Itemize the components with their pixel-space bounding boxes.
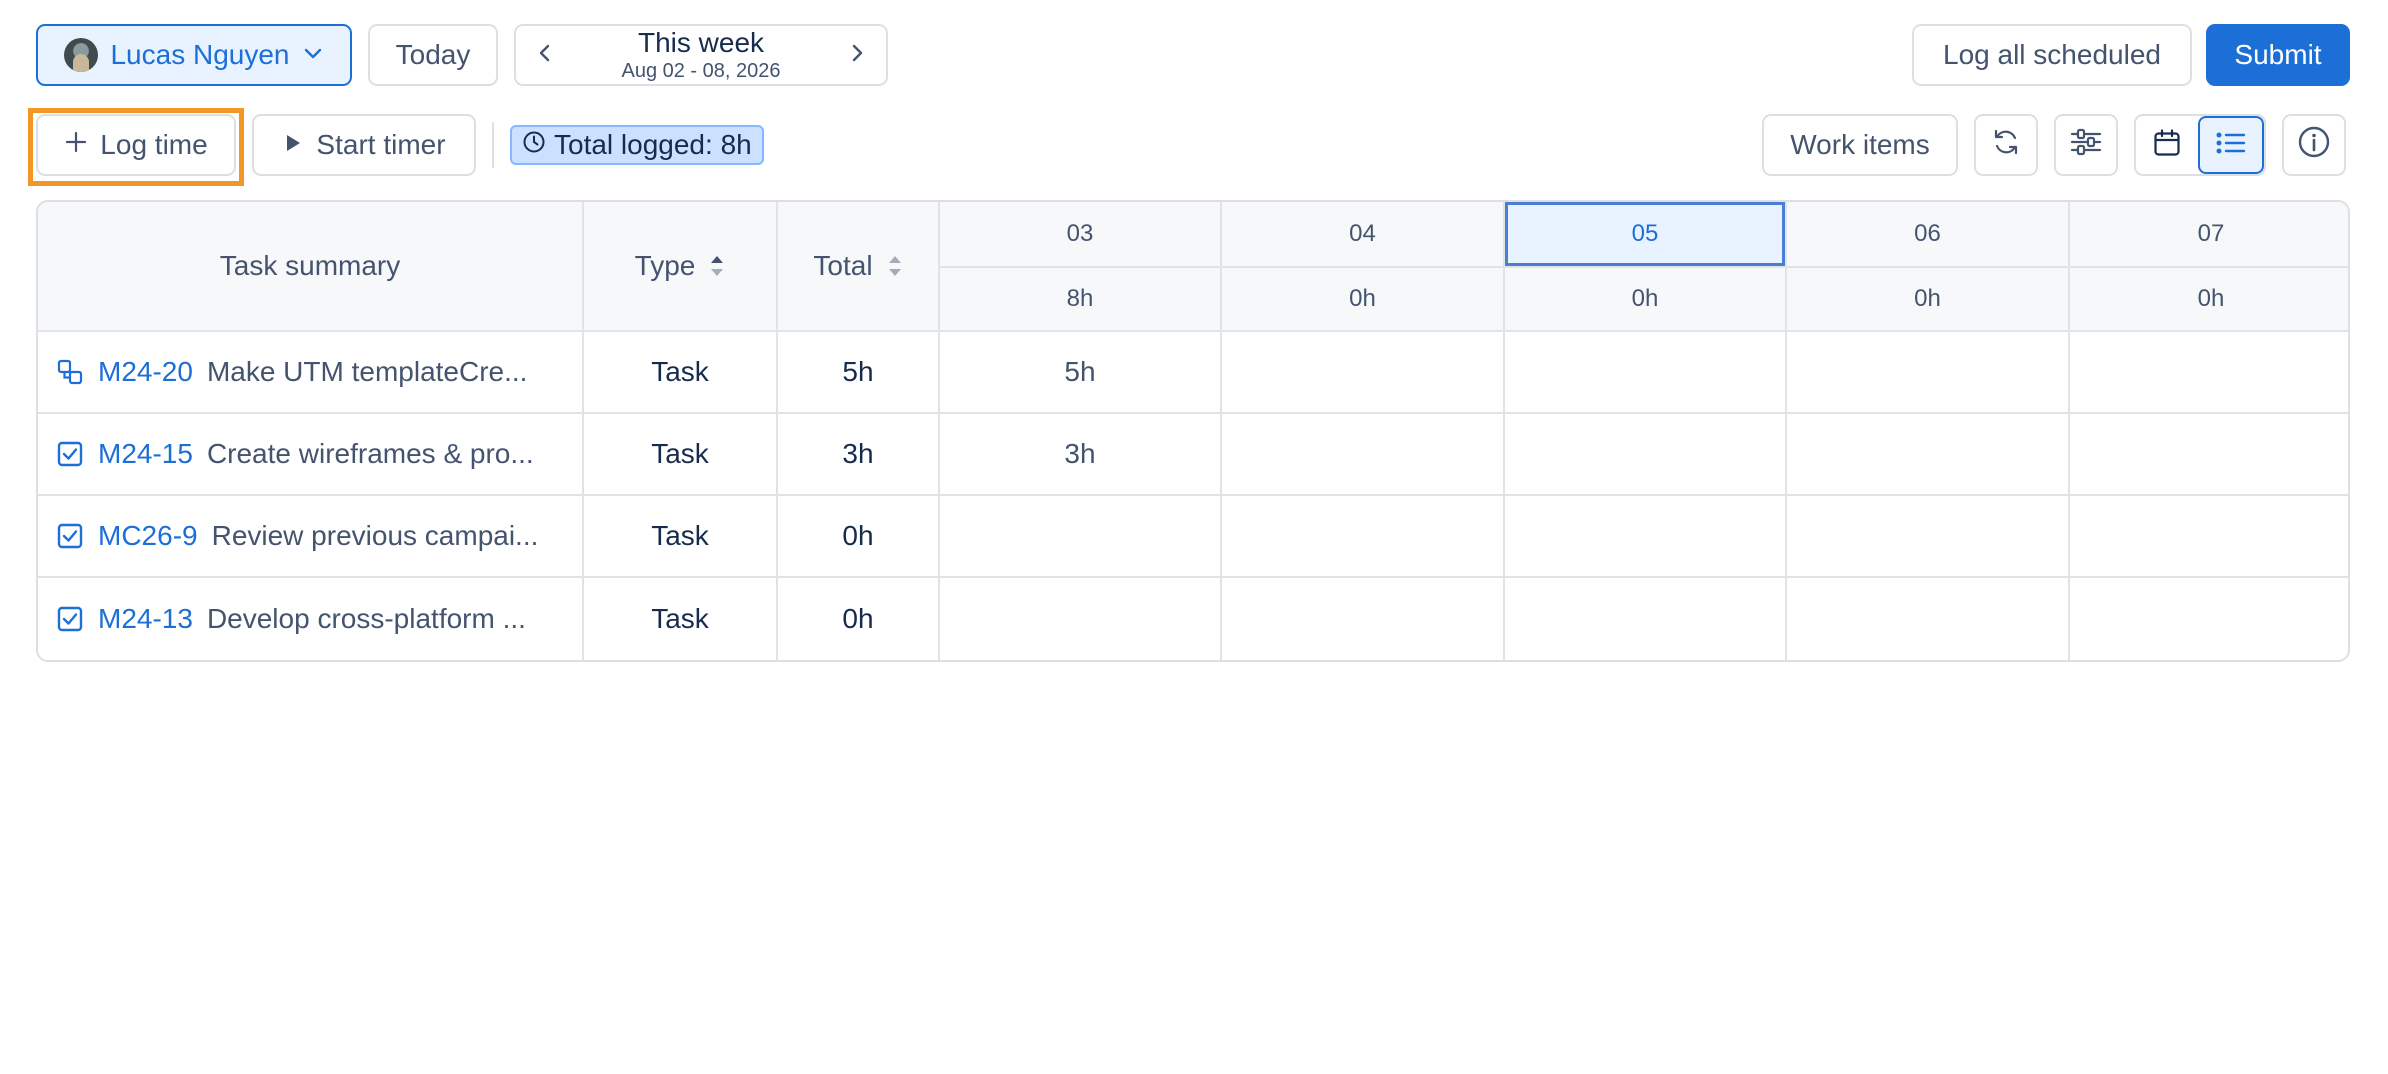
header-day-date: 03 bbox=[940, 202, 1222, 268]
header-day-total: 0h bbox=[2070, 268, 2348, 332]
header-day-total: 0h bbox=[1222, 268, 1505, 332]
time-entry-cell[interactable] bbox=[940, 496, 1222, 578]
task-summary-cell[interactable]: M24-15 Create wireframes & pro... bbox=[38, 414, 584, 496]
toolbar-divider bbox=[492, 122, 494, 168]
chevron-right-icon[interactable] bbox=[846, 39, 868, 71]
task-name: Make UTM templateCre... bbox=[206, 356, 528, 387]
submit-button[interactable]: Submit bbox=[2206, 24, 2350, 86]
task-key-link[interactable]: M24-20 bbox=[98, 356, 193, 388]
time-entry-cell[interactable] bbox=[1787, 414, 2070, 496]
task-type-cell: Task bbox=[584, 332, 778, 414]
info-icon bbox=[2297, 125, 2331, 166]
calendar-view-option[interactable] bbox=[2136, 116, 2198, 174]
header-day-total: 0h bbox=[1787, 268, 2070, 332]
timesheet-table: Task summary Type Total 03 8h 04 0h 05 0h 06 0h 07 0… bbox=[36, 200, 2350, 662]
time-entry-cell[interactable]: 5h bbox=[940, 332, 1222, 414]
time-entry-cell[interactable] bbox=[2070, 496, 2348, 578]
avatar bbox=[64, 38, 99, 72]
time-entry-cell[interactable] bbox=[1222, 496, 1505, 578]
time-entry-cell[interactable] bbox=[940, 578, 1222, 660]
task-total-cell: 3h bbox=[778, 414, 940, 496]
task-key-link[interactable]: M24-13 bbox=[98, 603, 193, 635]
clock-icon bbox=[522, 129, 546, 161]
header-day-date: 05 bbox=[1505, 202, 1787, 268]
calendar-icon bbox=[2152, 128, 2182, 163]
task-name: Review previous campai... bbox=[211, 520, 539, 551]
sort-icon bbox=[887, 253, 903, 279]
today-button[interactable]: Today bbox=[368, 24, 498, 86]
time-entry-cell[interactable] bbox=[1222, 578, 1505, 660]
header-day-total: 8h bbox=[940, 268, 1222, 332]
task-key-link[interactable]: MC26-9 bbox=[98, 520, 198, 552]
task-name: Create wireframes & pro... bbox=[206, 438, 534, 469]
time-entry-cell[interactable] bbox=[1505, 578, 1787, 660]
time-entry-cell[interactable] bbox=[1787, 332, 2070, 414]
log-all-scheduled-button[interactable]: Log all scheduled bbox=[1912, 24, 2192, 86]
task-summary-cell[interactable]: MC26-9 Review previous campai... bbox=[38, 496, 584, 578]
header-total[interactable]: Total bbox=[778, 202, 940, 332]
task-type-cell: Task bbox=[584, 414, 778, 496]
task-checkbox-icon bbox=[56, 605, 84, 633]
task-checkbox-icon bbox=[56, 522, 84, 550]
play-icon bbox=[282, 129, 304, 161]
header-day-date: 04 bbox=[1222, 202, 1505, 268]
header-total-label: Total bbox=[813, 250, 873, 281]
week-title: This week bbox=[637, 26, 765, 58]
task-total-cell: 5h bbox=[778, 332, 940, 414]
time-entry-cell[interactable] bbox=[2070, 578, 2348, 660]
sliders-icon bbox=[2069, 126, 2103, 165]
info-button[interactable] bbox=[2282, 114, 2346, 176]
filter-settings-button[interactable] bbox=[2054, 114, 2118, 176]
week-navigator: This week Aug 02 - 08, 2026 bbox=[514, 24, 888, 86]
task-summary-cell[interactable]: M24-13 Develop cross-platform ... bbox=[38, 578, 584, 660]
time-entry-cell[interactable]: 3h bbox=[940, 414, 1222, 496]
chevron-down-icon bbox=[302, 39, 324, 71]
task-summary-cell[interactable]: M24-20 Make UTM templateCre... bbox=[38, 332, 584, 414]
task-key-link[interactable]: M24-15 bbox=[98, 438, 193, 470]
header-day-date: 06 bbox=[1787, 202, 2070, 268]
header-day-date: 07 bbox=[2070, 202, 2348, 268]
refresh-icon bbox=[1990, 126, 2022, 165]
time-entry-cell[interactable] bbox=[1787, 496, 2070, 578]
log-time-button[interactable]: Log time bbox=[36, 114, 236, 176]
work-items-button[interactable]: Work items bbox=[1762, 114, 1958, 176]
sort-icon bbox=[709, 253, 725, 279]
refresh-button[interactable] bbox=[1974, 114, 2038, 176]
plus-icon bbox=[64, 129, 88, 161]
chevron-left-icon[interactable] bbox=[534, 39, 556, 71]
total-logged-badge: Total logged: 8h bbox=[510, 125, 764, 165]
time-entry-cell[interactable] bbox=[1222, 414, 1505, 496]
start-timer-button[interactable]: Start timer bbox=[252, 114, 476, 176]
user-selector-button[interactable]: Lucas Nguyen bbox=[36, 24, 352, 86]
list-view-option[interactable] bbox=[2198, 116, 2264, 174]
header-type[interactable]: Type bbox=[584, 202, 778, 332]
header-day-total: 0h bbox=[1505, 268, 1787, 332]
task-checkbox-icon bbox=[56, 440, 84, 468]
header-type-label: Type bbox=[634, 250, 696, 281]
log-time-label: Log time bbox=[100, 129, 208, 160]
task-type-cell: Task bbox=[584, 578, 778, 660]
time-entry-cell[interactable] bbox=[2070, 332, 2348, 414]
time-entry-cell[interactable] bbox=[1222, 332, 1505, 414]
task-type-cell: Task bbox=[584, 496, 778, 578]
time-entry-cell[interactable] bbox=[1505, 414, 1787, 496]
task-total-cell: 0h bbox=[778, 496, 940, 578]
task-name: Develop cross-platform ... bbox=[206, 603, 526, 634]
time-entry-cell[interactable] bbox=[1505, 332, 1787, 414]
subtask-icon bbox=[56, 358, 84, 386]
list-icon bbox=[2215, 129, 2247, 162]
week-label: This week Aug 02 - 08, 2026 bbox=[621, 26, 781, 83]
header-task-summary: Task summary bbox=[38, 202, 584, 332]
time-entry-cell[interactable] bbox=[1505, 496, 1787, 578]
week-range: Aug 02 - 08, 2026 bbox=[621, 60, 781, 83]
user-name: Lucas Nguyen bbox=[110, 39, 290, 70]
task-total-cell: 0h bbox=[778, 578, 940, 660]
time-entry-cell[interactable] bbox=[2070, 414, 2348, 496]
start-timer-label: Start timer bbox=[316, 129, 446, 160]
total-logged-label: Total logged: 8h bbox=[554, 129, 752, 160]
time-entry-cell[interactable] bbox=[1787, 578, 2070, 660]
view-toggle bbox=[2134, 114, 2266, 176]
